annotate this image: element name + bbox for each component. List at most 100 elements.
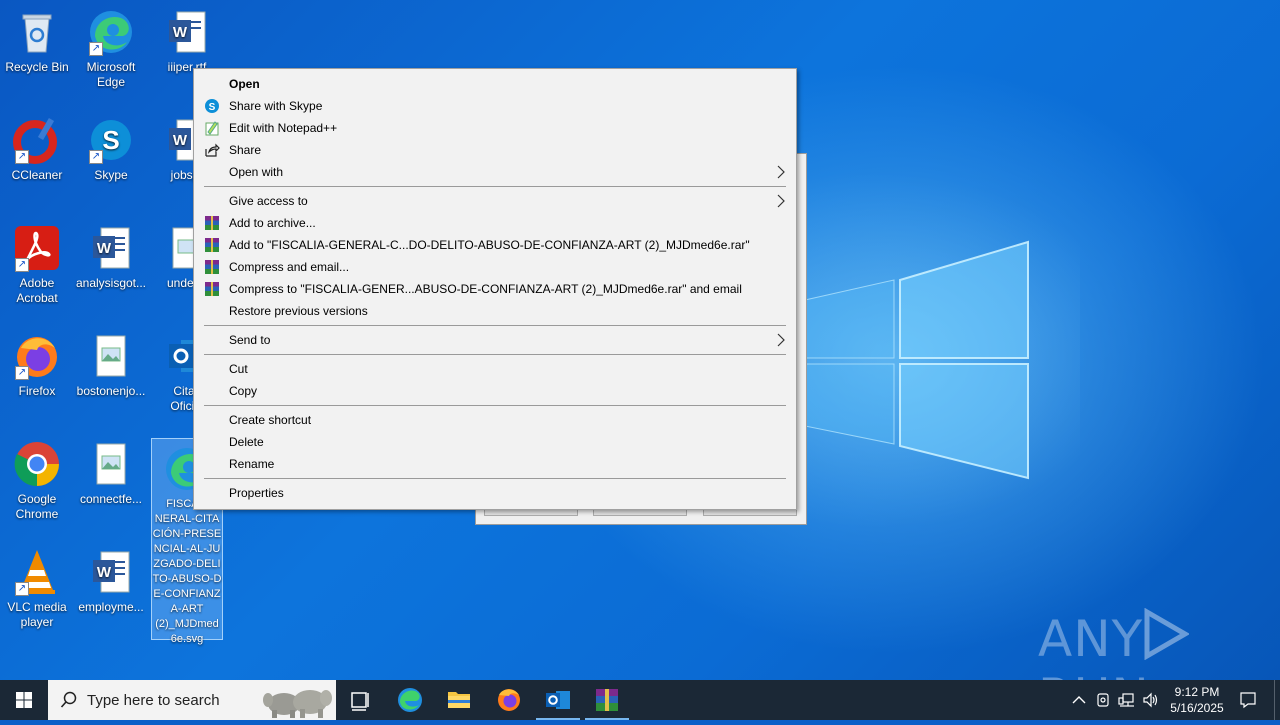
network-icon xyxy=(1118,693,1134,707)
svg-text:S: S xyxy=(209,102,216,113)
menu-item-create-shortcut[interactable]: Create shortcut xyxy=(196,409,794,431)
desktop-icon-adobe-acrobat[interactable]: ↗ Adobe Acrobat xyxy=(0,224,74,306)
menu-item-cut[interactable]: Cut xyxy=(196,358,794,380)
taskbar-outlook[interactable] xyxy=(534,680,582,720)
edge-icon xyxy=(398,688,422,712)
taskbar-winrar[interactable] xyxy=(583,680,631,720)
menu-item-label: Create shortcut xyxy=(229,413,312,427)
menu-item-restore-previous-versions[interactable]: Restore previous versions xyxy=(196,300,794,322)
edge-icon: ↗ xyxy=(87,8,135,56)
tray-network[interactable] xyxy=(1116,680,1138,720)
taskbar-firefox[interactable] xyxy=(485,680,533,720)
desktop-icon-iiiper-rtf[interactable]: W iiiper.rtf xyxy=(150,8,224,75)
menu-item-add-to-rar[interactable]: Add to "FISCALIA-GENERAL-C...DO-DELITO-A… xyxy=(196,234,794,256)
menu-item-label: Cut xyxy=(229,362,248,376)
tray-volume[interactable] xyxy=(1140,680,1162,720)
menu-item-label: Compress and email... xyxy=(229,260,350,274)
desktop-icon-label: CCleaner xyxy=(11,168,63,182)
desktop-icon-label: Google Chrome xyxy=(15,492,59,521)
menu-item-open[interactable]: Open xyxy=(196,73,794,95)
menu-item-label: Restore previous versions xyxy=(229,304,368,318)
desktop-icon-label: employme... xyxy=(78,600,144,614)
winrar-icon xyxy=(596,689,618,711)
menu-item-label: Edit with Notepad++ xyxy=(229,121,338,135)
taskbar-clock[interactable]: 9:12 PM 5/16/2025 xyxy=(1162,684,1232,716)
show-desktop-divider[interactable] xyxy=(1274,680,1275,720)
menu-item-label: Add to archive... xyxy=(229,216,316,230)
taskbar-file-explorer[interactable] xyxy=(435,680,483,720)
desktop-icon-label: Recycle Bin xyxy=(5,60,69,74)
menu-item-properties[interactable]: Properties xyxy=(196,482,794,504)
share-icon xyxy=(204,142,220,158)
file-explorer-icon xyxy=(448,692,470,708)
menu-item-give-access-to[interactable]: Give access to xyxy=(196,190,794,212)
firefox-icon: ↗ xyxy=(13,332,61,380)
menu-separator xyxy=(204,478,786,479)
desktop-icon-ccleaner[interactable]: ↗ CCleaner xyxy=(0,116,74,183)
menu-item-share[interactable]: Share xyxy=(196,139,794,161)
menu-separator xyxy=(204,405,786,406)
desktop-icon-label: VLC media player xyxy=(7,600,67,629)
taskbar-edge[interactable] xyxy=(386,680,434,720)
desktop-icon-label: analysisgot... xyxy=(75,276,147,290)
context-menu: Open S Share with Skype Edit with Notepa… xyxy=(193,68,797,510)
skype-icon: S xyxy=(204,98,220,114)
menu-separator xyxy=(204,325,786,326)
svg-text:S: S xyxy=(102,125,119,155)
desktop-icon-skype[interactable]: S ↗ Skype xyxy=(74,116,148,183)
desktop-icon-analysisgot[interactable]: W analysisgot... xyxy=(74,224,148,291)
desktop-icon-employme[interactable]: W employme... xyxy=(74,548,148,615)
tray-show-hidden-icons[interactable] xyxy=(1068,680,1090,720)
tray-meet-now[interactable] xyxy=(1092,680,1114,720)
chevron-right-icon xyxy=(776,165,786,179)
taskbar-search-box[interactable]: Type here to search xyxy=(48,680,336,720)
taskbar-task-view[interactable] xyxy=(336,680,384,720)
desktop-icon-label: FISCALI NERAL-CITA CIÓN-PRESE NCIAL-AL-J… xyxy=(152,498,222,645)
chevron-right-icon xyxy=(776,333,786,347)
menu-item-edit-with-notepadpp[interactable]: Edit with Notepad++ xyxy=(196,117,794,139)
desktop-icon-firefox[interactable]: ↗ Firefox xyxy=(0,332,74,399)
desktop-icon-vlc[interactable]: ↗ VLC media player xyxy=(0,548,74,630)
svg-text:W: W xyxy=(173,132,188,149)
taskbar: Type here to search 9:12 PM 5/16/2025 xyxy=(0,680,1280,720)
tray-action-center[interactable] xyxy=(1234,680,1262,720)
search-icon xyxy=(60,691,77,708)
device-icon xyxy=(1097,693,1109,707)
menu-item-label: Compress to "FISCALIA-GENER...ABUSO-DE-C… xyxy=(229,282,742,296)
menu-item-copy[interactable]: Copy xyxy=(196,380,794,402)
desktop-icon-bostonenjo[interactable]: bostonenjo... xyxy=(74,332,148,399)
menu-item-label: Share with Skype xyxy=(229,99,323,113)
desktop-icon-label: Skype xyxy=(94,168,128,182)
menu-item-rename[interactable]: Rename xyxy=(196,453,794,475)
menu-item-open-with[interactable]: Open with xyxy=(196,161,794,183)
winrar-icon xyxy=(204,281,220,297)
outlook-icon xyxy=(546,691,570,709)
menu-item-send-to[interactable]: Send to xyxy=(196,329,794,351)
desktop-icon-label: Microsoft Edge xyxy=(86,60,136,89)
menu-item-label: Rename xyxy=(229,457,275,471)
menu-separator xyxy=(204,354,786,355)
desktop-icon-label: bostonenjo... xyxy=(76,384,146,398)
chevron-up-icon xyxy=(1072,696,1086,704)
word-doc-icon: W xyxy=(87,548,135,596)
winrar-icon xyxy=(204,215,220,231)
desktop-icon-connectfe[interactable]: connectfe... xyxy=(74,440,148,507)
menu-item-share-with-skype[interactable]: S Share with Skype xyxy=(196,95,794,117)
menu-item-compress-and-email[interactable]: Compress and email... xyxy=(196,256,794,278)
windows-start-icon xyxy=(16,692,32,708)
firefox-icon xyxy=(498,689,520,711)
image-file-icon xyxy=(87,332,135,380)
menu-item-label: Open with xyxy=(229,165,284,179)
menu-item-delete[interactable]: Delete xyxy=(196,431,794,453)
desktop-icon-google-chrome[interactable]: Google Chrome xyxy=(0,440,74,522)
menu-item-add-to-archive[interactable]: Add to archive... xyxy=(196,212,794,234)
svg-text:W: W xyxy=(173,24,188,41)
menu-item-compress-to-rar-and-email[interactable]: Compress to "FISCALIA-GENER...ABUSO-DE-C… xyxy=(196,278,794,300)
word-doc-icon: W xyxy=(163,8,211,56)
skype-icon: S ↗ xyxy=(87,116,135,164)
desktop-icon-recycle-bin[interactable]: Recycle Bin xyxy=(0,8,74,75)
start-button[interactable] xyxy=(0,680,48,720)
vlc-icon: ↗ xyxy=(13,548,61,596)
desktop-icon-microsoft-edge[interactable]: ↗ Microsoft Edge xyxy=(74,8,148,90)
svg-text:W: W xyxy=(97,240,112,257)
